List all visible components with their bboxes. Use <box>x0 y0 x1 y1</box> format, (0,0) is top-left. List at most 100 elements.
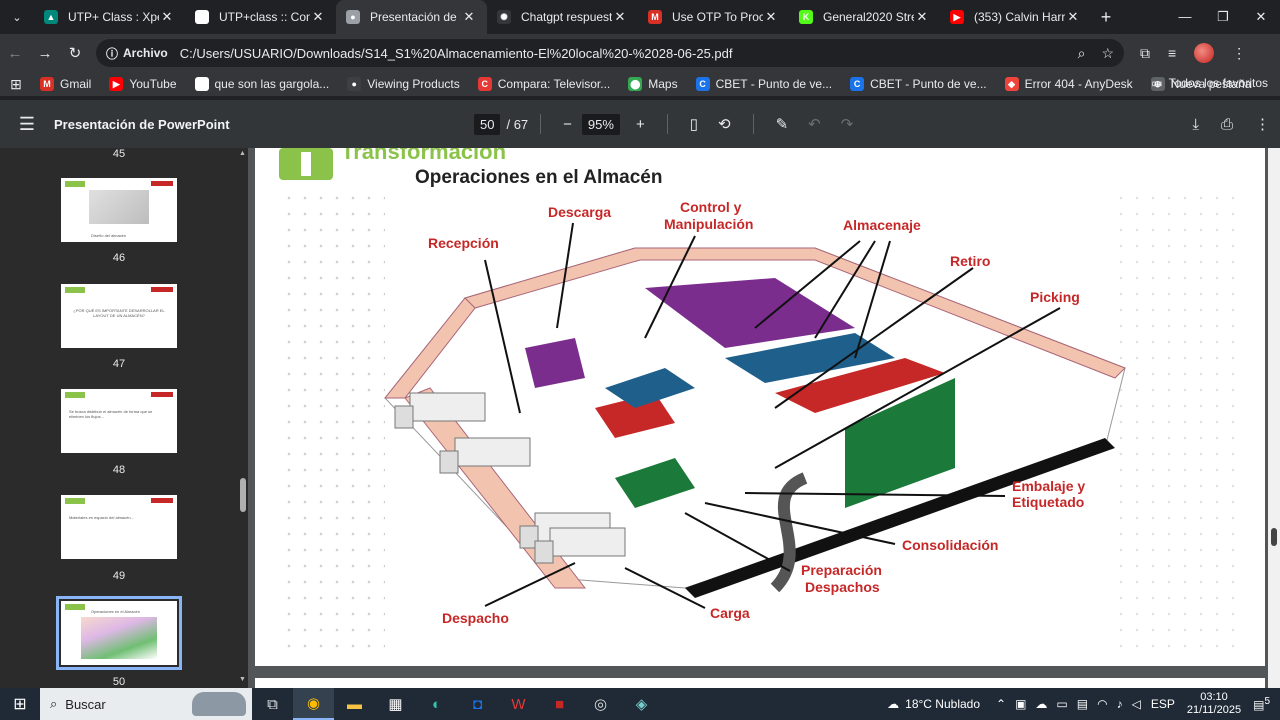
fit-page-icon[interactable]: ▯ <box>690 115 698 133</box>
bookmark-item[interactable]: ● Viewing Products <box>347 77 460 91</box>
close-tab-icon[interactable]: ✕ <box>1065 9 1081 25</box>
tab-2[interactable]: ● Presentación de PowerPoint✕ <box>336 0 487 34</box>
new-tab-button[interactable]: + <box>1091 7 1121 28</box>
zoom-level-input[interactable]: 95% <box>581 113 620 135</box>
thumbnail-page-47[interactable]: ¿POR QUÉ ES IMPORTANTE DESARROLLAR EL LA… <box>61 284 177 348</box>
reload-button[interactable]: ↻ <box>60 44 90 62</box>
volume-icon[interactable]: ◁ <box>1132 697 1141 711</box>
tab-0[interactable]: ▲ UTP+ Class : Xpedition✕ <box>34 0 185 34</box>
close-tab-icon[interactable]: ✕ <box>461 9 477 25</box>
bookmark-favicon-icon: C <box>477 77 492 91</box>
bookmark-item[interactable]: ▶ YouTube <box>109 77 177 91</box>
tab-1[interactable]: ▣ UTP+class :: Contenido✕ <box>185 0 336 34</box>
print-icon[interactable]: ⎙ <box>1221 116 1233 133</box>
weather-widget[interactable]: ☁ 18°C Nublado <box>887 697 980 711</box>
minimize-button[interactable]: — <box>1166 0 1204 34</box>
tray-icon[interactable]: ▭ <box>1056 697 1067 711</box>
bookmark-item[interactable]: C CBET - Punto de ve... <box>850 77 987 91</box>
chevron-up-icon[interactable]: ⌃ <box>996 697 1006 711</box>
wps-office-icon[interactable]: W <box>498 688 539 720</box>
sidebar-scrollbar[interactable]: ▲ ▼ <box>238 148 248 688</box>
site-info-chip[interactable]: ⓘ Archivo <box>106 45 168 62</box>
clock[interactable]: 03:10 21/11/2025 <box>1187 691 1241 717</box>
hamburger-menu-icon[interactable]: ☰ <box>0 114 54 135</box>
label-embalaje: Embalaje y <box>1012 478 1085 494</box>
task-view-icon[interactable]: ⧉ <box>252 688 293 720</box>
scroll-down-icon[interactable]: ▼ <box>239 676 246 683</box>
scroll-up-icon[interactable]: ▲ <box>239 150 246 157</box>
back-button[interactable]: ← <box>0 45 30 62</box>
close-tab-icon[interactable]: ✕ <box>159 9 175 25</box>
tab-5[interactable]: K General2020 Stream✕ <box>789 0 940 34</box>
extensions-icon[interactable]: ⧉ <box>1140 45 1150 62</box>
viewer-scroll-thumb[interactable] <box>1271 528 1277 546</box>
tab-title: UTP+class :: Contenido <box>219 10 310 24</box>
thumb-logo-right <box>151 287 173 292</box>
tab-search-button[interactable]: ⌄ <box>0 0 34 34</box>
profile-avatar[interactable] <box>1194 43 1215 63</box>
tray-icon[interactable]: ▣ <box>1015 697 1026 711</box>
more-options-icon[interactable]: ⋮ <box>1255 115 1270 133</box>
app-icon-red[interactable]: ■ <box>539 688 580 720</box>
thumb-caption: Se busca distribuir el almacén de forma … <box>69 409 153 419</box>
wifi-icon[interactable]: ◠ <box>1097 697 1107 711</box>
chevron-down-icon: ⌄ <box>12 11 22 24</box>
windows-start-icon[interactable]: ⊞ <box>0 694 40 714</box>
notification-icon[interactable]: ▤5 <box>1253 696 1270 712</box>
thumbnail-page-49[interactable]: Materiales en espacio del almacén... <box>61 495 177 559</box>
app-icon-circle[interactable]: ◎ <box>580 688 621 720</box>
store-icon[interactable]: ▦ <box>375 688 416 720</box>
bookmark-item[interactable]: C Compara: Televisor... <box>477 77 610 91</box>
sidebar-scroll-thumb[interactable] <box>240 478 246 512</box>
thumbnail-page-46[interactable]: Diseño del almacén <box>61 178 177 242</box>
redo-icon[interactable]: ↷ <box>841 115 854 133</box>
zoom-icon[interactable]: ⌕ <box>1078 45 1086 62</box>
close-tab-icon[interactable]: ✕ <box>612 9 628 25</box>
thumbnail-page-48[interactable]: Se busca distribuir el almacén de forma … <box>61 389 177 453</box>
onedrive-icon[interactable]: ☁ <box>1035 697 1047 711</box>
bookmark-item[interactable]: ⬤ Maps <box>628 77 678 91</box>
annotate-pen-icon[interactable]: ✎ <box>776 115 789 133</box>
close-window-button[interactable]: ✕ <box>1242 0 1280 34</box>
bookmark-item[interactable]: Gque son las gargola... <box>194 77 329 91</box>
chrome-icon[interactable]: ◉ <box>293 688 334 720</box>
close-tab-icon[interactable]: ✕ <box>310 9 326 25</box>
url-text[interactable]: C:/Users/USUARIO/Downloads/S14_S1%20Alma… <box>180 46 1078 61</box>
bookmark-item[interactable]: C CBET - Punto de ve... <box>695 77 832 91</box>
apps-grid-icon[interactable]: ⊞ <box>0 76 32 93</box>
tab-4[interactable]: M Use OTP To Proceed✕ <box>638 0 789 34</box>
maximize-button[interactable]: ❐ <box>1204 0 1242 34</box>
undo-icon[interactable]: ↶ <box>808 115 821 133</box>
zoom-in-button[interactable]: + <box>636 116 645 133</box>
label-etiquetado: Etiquetado <box>1012 494 1084 510</box>
language-indicator[interactable]: ESP <box>1151 697 1175 711</box>
microphone-icon[interactable]: ♪ <box>1117 697 1123 711</box>
media-controls-icon[interactable]: ≡ <box>1168 45 1176 61</box>
forward-button[interactable]: → <box>30 45 60 62</box>
brand-logo-mark <box>301 152 311 176</box>
rotate-icon[interactable]: ⟲ <box>718 115 731 133</box>
tab-3[interactable]: ✺ Chatgpt respuesta a✕ <box>487 0 638 34</box>
divider <box>540 114 542 134</box>
close-tab-icon[interactable]: ✕ <box>763 9 779 25</box>
bookmark-favicon-icon: ▶ <box>109 77 124 91</box>
more-menu-icon[interactable]: ⋮ <box>1232 45 1246 62</box>
download-icon[interactable]: ⤓ <box>1192 116 1199 133</box>
star-icon[interactable]: ☆ <box>1101 45 1114 62</box>
edge-icon[interactable]: ◐ <box>416 688 457 720</box>
app-icon-chart[interactable]: ◈ <box>621 688 662 720</box>
zoom-out-button[interactable]: − <box>563 116 572 133</box>
viewer-scrollbar[interactable] <box>1268 148 1280 688</box>
bookmark-item[interactable]: M Gmail <box>40 77 91 91</box>
taskbar-search[interactable]: ⌕ Buscar <box>40 688 252 720</box>
close-tab-icon[interactable]: ✕ <box>914 9 930 25</box>
tray-icon[interactable]: ▤ <box>1077 697 1088 711</box>
address-bar[interactable]: ⓘ Archivo C:/Users/USUARIO/Downloads/S14_… <box>96 39 1124 67</box>
file-explorer-icon[interactable]: ▬ <box>334 688 375 720</box>
thumbnail-page-50[interactable]: Operaciones en el Almacén <box>56 596 182 670</box>
outlook-icon[interactable]: ◘ <box>457 688 498 720</box>
page-number-input[interactable]: 50 <box>474 113 501 135</box>
all-bookmarks-button[interactable]: ▭ Todos los favoritos <box>1151 76 1268 90</box>
bookmark-item[interactable]: ◆ Error 404 - AnyDesk <box>1004 77 1133 91</box>
tab-6[interactable]: ▶ (353) Calvin Harris -✕ <box>940 0 1091 34</box>
